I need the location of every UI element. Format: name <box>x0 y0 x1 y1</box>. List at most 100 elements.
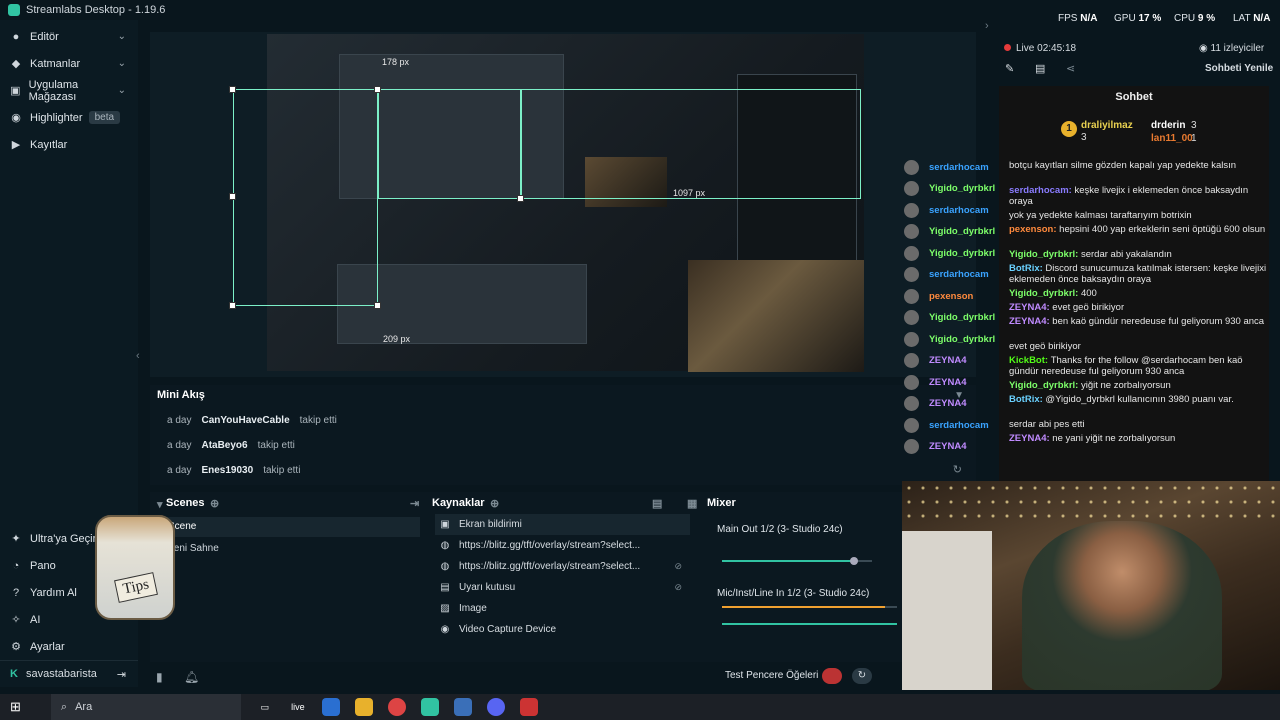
refresh-chat-button[interactable]: Sohbeti Yenile <box>1205 63 1273 74</box>
viewer-item[interactable]: Yigido_dyrbkrl <box>904 180 995 198</box>
viewer-name: Yigido_dyrbkrl <box>929 312 996 323</box>
chat-author[interactable]: ZEYNA4: <box>1009 302 1052 313</box>
viewer-item[interactable]: ZEYNA4 <box>904 373 966 391</box>
source-item[interactable]: ▨ Image <box>435 598 690 619</box>
chat-message: yok ya yedekte kalması taraftarıyım botr… <box>1009 210 1274 221</box>
chat-settings-icon[interactable]: ▤ <box>1035 62 1045 75</box>
viewer-item[interactable]: serdarhocam <box>904 416 989 434</box>
chat-author[interactable]: ZEYNA4: <box>1009 433 1052 444</box>
windows-start-icon[interactable]: ⊞ <box>10 699 21 715</box>
scene-item[interactable]: Yeni Sahne <box>150 539 420 559</box>
chat-author[interactable]: BotRix: <box>1009 263 1045 274</box>
add-scene-icon[interactable]: ⊕ <box>210 497 219 510</box>
chevron-right-icon[interactable]: › <box>985 20 989 32</box>
steam-icon[interactable] <box>453 698 472 716</box>
chrome-icon[interactable] <box>387 698 406 716</box>
selection-box[interactable] <box>233 89 378 306</box>
viewer-name: ZEYNA4 <box>929 355 967 366</box>
source-item[interactable]: ◍ https://blitz.gg/tft/overlay/stream?sel… <box>435 535 690 556</box>
folder-icon[interactable]: ▤ <box>652 497 662 510</box>
avatar <box>904 267 919 282</box>
add-source-icon[interactable]: ⊕ <box>490 497 499 510</box>
record-button[interactable] <box>822 668 842 684</box>
sidebar-item-label: Katmanlar <box>30 57 81 70</box>
resize-handle[interactable] <box>229 193 236 200</box>
chat-text: evet geö birikiyor <box>1052 302 1125 313</box>
chat-text: 400 <box>1080 288 1097 299</box>
store-app-icon[interactable] <box>321 698 340 716</box>
source-item[interactable]: ◍ https://blitz.gg/tft/overlay/stream?sel… <box>435 556 690 577</box>
streamlabs-taskbar-icon[interactable] <box>420 698 439 716</box>
viewer-item[interactable]: serdarhocam <box>904 158 989 176</box>
eye-hidden-icon[interactable]: ⊘ <box>674 556 682 577</box>
notifications-icon[interactable]: 🔔︎ <box>184 670 199 684</box>
volume-knob[interactable] <box>850 557 858 565</box>
refresh-icon[interactable]: ↻ <box>953 463 962 476</box>
viewer-item[interactable]: serdarhocam <box>904 266 989 284</box>
sidebar-item-editor[interactable]: ● Editör ⌄ <box>0 23 138 50</box>
chat-author[interactable]: Yigido_dyrbkrl: <box>1009 288 1081 299</box>
edit-icon[interactable]: ✎ <box>1005 62 1014 75</box>
viewer-item[interactable]: Yigido_dyrbkrl <box>904 330 995 348</box>
chat-author[interactable]: ZEYNA4: <box>1009 316 1052 327</box>
selection-box[interactable] <box>521 89 861 199</box>
settings-icon: ⚙ <box>11 641 21 653</box>
task-view-icon[interactable]: ▭ <box>256 698 274 716</box>
resize-handle[interactable] <box>374 302 381 309</box>
new-folder-icon[interactable]: ▦ <box>687 497 697 510</box>
transition-icon[interactable]: ⇥ <box>410 497 419 510</box>
scene-item[interactable]: Scene <box>150 517 420 537</box>
stats-icon[interactable]: ▮ <box>156 670 163 684</box>
viewer-item[interactable]: Yigido_dyrbkrl <box>904 244 995 262</box>
resize-handle[interactable] <box>229 86 236 93</box>
dashboard-icon: ◔ <box>12 559 20 572</box>
chat-author[interactable]: serdarhocam: <box>1009 185 1074 196</box>
eye-hidden-icon[interactable]: ⊘ <box>674 577 682 598</box>
selection-box[interactable] <box>378 89 521 199</box>
sidebar-item-settings[interactable]: ⚙ Ayarlar <box>0 633 138 660</box>
viewer-item[interactable]: ZEYNA4 <box>904 395 966 413</box>
chat-author[interactable]: BotRix: <box>1009 394 1045 405</box>
chat-author[interactable]: Yigido_dyrbkrl: <box>1009 249 1081 260</box>
sidebar-user[interactable]: Ksavastabarista ⇥ <box>0 660 138 687</box>
chat-text: Discord sunucumuza katılmak istersen: ke… <box>1009 263 1267 285</box>
avatar <box>904 310 919 325</box>
viewer-name: serdarhocam <box>929 269 989 280</box>
viewer-item[interactable]: serdarhocam <box>904 201 989 219</box>
resize-handle[interactable] <box>517 195 524 202</box>
game-app-icon[interactable] <box>519 698 538 716</box>
volume-slider[interactable] <box>722 623 897 625</box>
resize-handle[interactable] <box>374 86 381 93</box>
sidebar-item-recordings[interactable]: ▶ Kayıtlar <box>0 131 138 158</box>
collapse-icon[interactable]: ▾ <box>157 498 163 511</box>
logout-icon[interactable]: ⇥ <box>117 668 126 681</box>
avatar <box>904 224 919 239</box>
replay-buffer-button[interactable]: ↻ <box>852 668 872 684</box>
volume-slider[interactable] <box>722 557 872 565</box>
sidebar-item-layers[interactable]: ◆ Katmanlar ⌄ <box>0 50 138 77</box>
source-item[interactable]: ▣ Ekran bildirimi <box>435 514 690 535</box>
share-icon[interactable]: ⋖ <box>1066 62 1075 75</box>
source-item[interactable]: ◉ Video Capture Device <box>435 619 690 640</box>
sidebar-item-highlighter[interactable]: ◉ Highlighter beta <box>0 104 138 131</box>
taskbar-search[interactable]: ⌕ Ara <box>50 694 241 720</box>
live-app-icon[interactable]: live <box>289 698 307 716</box>
test-widgets-button[interactable]: Test Pencere Öğeleri <box>725 670 818 681</box>
chat-author[interactable]: pexenson: <box>1009 224 1059 235</box>
source-item[interactable]: ▤ Uyarı kutusu ⊘ <box>435 577 690 598</box>
feed-time: a day <box>167 415 192 426</box>
discord-icon[interactable] <box>486 698 505 716</box>
viewer-item[interactable]: ZEYNA4 <box>904 438 966 456</box>
resize-handle[interactable] <box>229 302 236 309</box>
viewer-item[interactable]: Yigido_dyrbkrl <box>904 309 995 327</box>
viewer-item[interactable]: pexenson <box>904 287 973 305</box>
chat-author[interactable]: Yigido_dyrbkrl: <box>1009 380 1081 391</box>
file-explorer-icon[interactable] <box>354 698 373 716</box>
sidebar-item-store[interactable]: ▣ Uygulama Mağazası ⌄ <box>0 77 138 104</box>
viewer-name: ZEYNA4 <box>929 398 967 409</box>
viewer-item[interactable]: Yigido_dyrbkrl <box>904 223 995 241</box>
viewer-item[interactable]: ZEYNA4 <box>904 352 966 370</box>
list-item: a day CanYouHaveCable takip etti <box>167 415 337 426</box>
chat-author[interactable]: KickBot: <box>1009 355 1051 366</box>
chevron-left-icon[interactable]: ‹ <box>136 350 140 362</box>
